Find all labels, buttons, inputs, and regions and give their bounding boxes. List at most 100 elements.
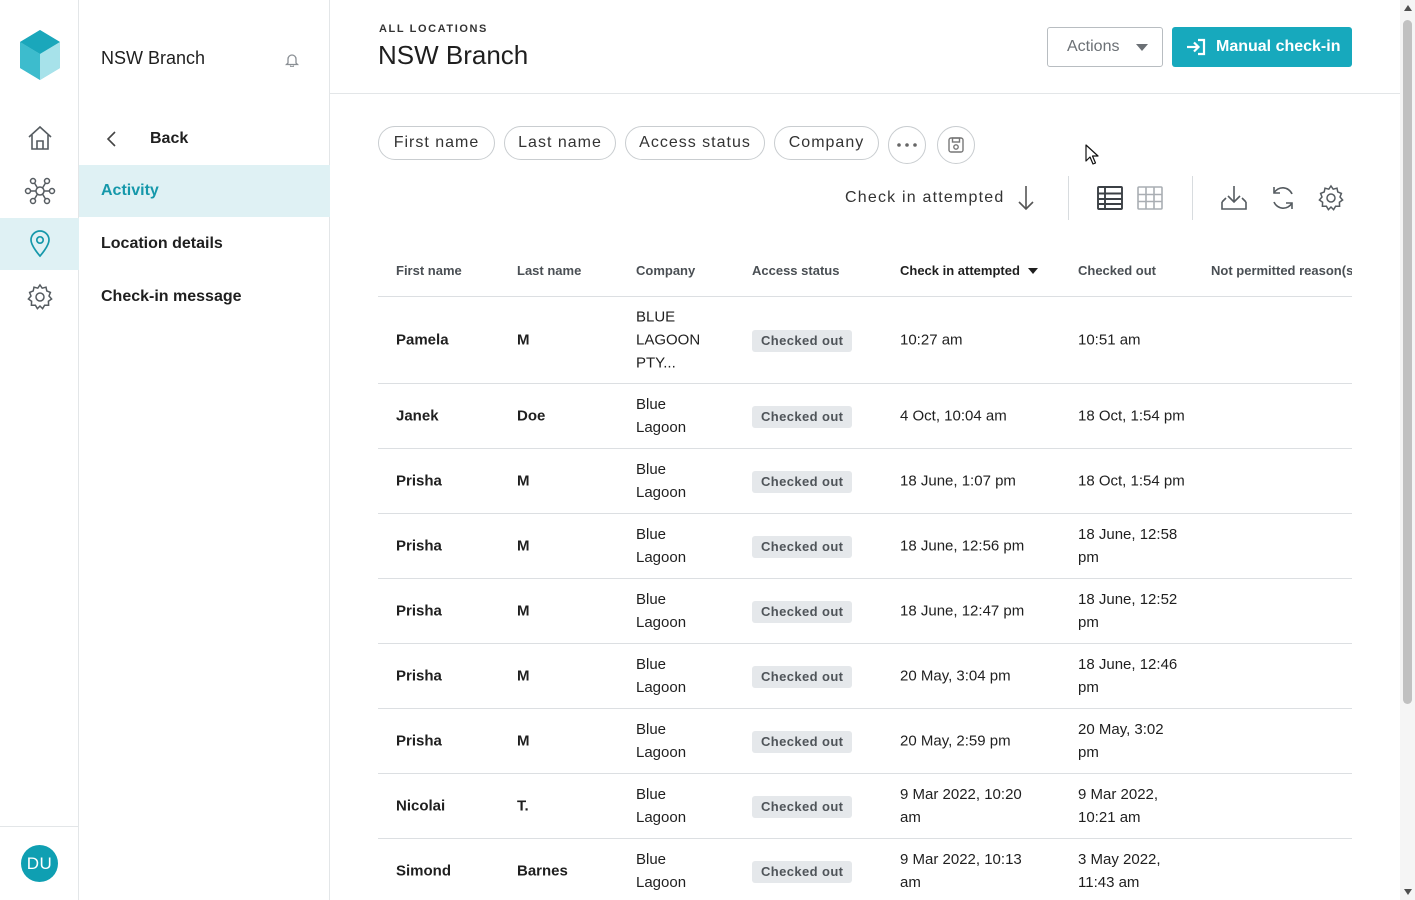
cell-last-name: M [517, 331, 530, 349]
cell-company: Blue Lagoon [636, 851, 687, 891]
table-row[interactable]: Pamela M BLUE LAGOON PTY... 10:27 am 10:51 a… [378, 297, 1352, 384]
refresh-icon [1273, 187, 1293, 209]
sort-desc-icon [1027, 268, 1038, 274]
mouse-cursor-icon [1085, 144, 1099, 165]
app-logo-icon[interactable] [20, 30, 60, 82]
cell-check-in-attempted: 9 Mar 2022, 10:20 am [900, 786, 1022, 826]
table-row[interactable]: Janek Doe Blue Lagoon 4 Oct, 10:04 am 18 Oct… [378, 384, 1352, 449]
cell-last-name: M [517, 537, 530, 555]
status-badge: Checked out [752, 470, 853, 493]
download-button[interactable] [1216, 180, 1252, 216]
list-view-button[interactable] [1092, 180, 1128, 216]
cell-checked-out: 20 May, 3:02 pm [1078, 721, 1164, 761]
table-row[interactable]: Prisha M Blue Lagoon 20 May, 3:04 pm 18 June… [378, 644, 1352, 709]
manual-checkin-button[interactable]: Manual check-in [1172, 27, 1352, 67]
network-icon [24, 177, 55, 205]
cell-first-name: Pamela [396, 331, 449, 349]
more-filters-button[interactable] [888, 126, 926, 164]
cell-first-name: Prisha [396, 472, 442, 490]
status-badge: Checked out [752, 860, 853, 883]
list-view-icon [1097, 186, 1123, 210]
cell-check-in-attempted: 18 June, 12:56 pm [900, 537, 1025, 555]
cell-first-name: Janek [396, 407, 439, 425]
filter-chip-access-status[interactable]: Access status [625, 126, 765, 160]
rail-network[interactable] [0, 165, 79, 217]
rail-locations[interactable] [0, 218, 79, 270]
refresh-button[interactable] [1265, 180, 1301, 216]
cell-last-name: M [517, 732, 530, 750]
cell-company: Blue Lagoon [636, 461, 687, 501]
status-badge: Checked out [752, 535, 853, 558]
table-row[interactable]: Prisha M Blue Lagoon 18 June, 12:56 pm 18 Ju… [378, 514, 1352, 579]
cell-first-name: Prisha [396, 602, 442, 620]
cell-check-in-attempted: 9 Mar 2022, 10:13 am [900, 851, 1022, 891]
table-row[interactable]: Nicolai T. Blue Lagoon 9 Mar 2022, 10:20 am… [378, 774, 1352, 839]
column-header-first-name[interactable]: First name [396, 263, 462, 278]
cell-first-name: Nicolai [396, 797, 446, 815]
cell-checked-out: 18 June, 12:46 pm [1078, 656, 1178, 696]
column-header-checked-out[interactable]: Checked out [1078, 263, 1156, 278]
cell-first-name: Prisha [396, 667, 442, 685]
table-row[interactable]: Prisha M Blue Lagoon 18 June, 1:07 pm 18 Oct… [378, 449, 1352, 514]
table-row[interactable]: Prisha M Blue Lagoon 18 June, 12:47 pm 18 Ju… [378, 579, 1352, 644]
cell-check-in-attempted: 18 June, 1:07 pm [900, 472, 1016, 490]
avatar[interactable]: DU [21, 845, 58, 882]
back-label: Back [150, 130, 189, 147]
sidebar-item-activity[interactable]: Activity [79, 165, 330, 217]
table-row[interactable]: Prisha M Blue Lagoon 20 May, 2:59 pm 20 May,… [378, 709, 1352, 774]
cell-company: Blue Lagoon [636, 396, 687, 436]
filter-chip-first-name[interactable]: First name [378, 126, 495, 160]
location-pin-icon [29, 230, 50, 258]
page-scrollbar[interactable] [1400, 0, 1415, 900]
grid-view-button[interactable] [1132, 180, 1168, 216]
table-settings-button[interactable] [1313, 180, 1349, 216]
cell-company: BLUE LAGOON PTY... [636, 308, 701, 372]
scroll-down-arrow[interactable] [1404, 889, 1412, 895]
scroll-up-arrow[interactable] [1404, 5, 1412, 11]
more-horizontal-icon [897, 143, 917, 147]
sidebar-item-location-details[interactable]: Location details [79, 218, 330, 270]
manual-checkin-label: Manual check-in [1216, 38, 1341, 55]
breadcrumb[interactable]: ALL LOCATIONS [379, 23, 488, 35]
cell-check-in-attempted: 20 May, 2:59 pm [900, 732, 1011, 750]
cell-company: Blue Lagoon [636, 591, 687, 631]
filter-chip-company[interactable]: Company [774, 126, 879, 160]
rail-settings[interactable] [0, 271, 79, 323]
cell-company: Blue Lagoon [636, 721, 687, 761]
location-sidebar: NSW Branch Back Activity Location detail… [79, 0, 330, 900]
filter-chip-last-name[interactable]: Last name [504, 126, 616, 160]
sidebar-item-checkin-message[interactable]: Check-in message [79, 271, 330, 323]
download-icon [1221, 186, 1247, 210]
column-header-check-in-attempted[interactable]: Check in attempted [900, 263, 1038, 278]
scroll-thumb[interactable] [1403, 20, 1412, 704]
caret-down-icon [1136, 44, 1148, 51]
actions-dropdown-button[interactable]: Actions [1047, 27, 1163, 67]
save-filters-button[interactable] [937, 126, 975, 164]
status-badge: Checked out [752, 329, 853, 352]
cell-first-name: Simond [396, 862, 451, 880]
arrow-down-icon[interactable] [1016, 184, 1036, 212]
grid-view-icon [1137, 186, 1163, 210]
status-badge: Checked out [752, 665, 853, 688]
rail-home[interactable] [0, 112, 79, 164]
cell-last-name: M [517, 472, 530, 490]
back-link[interactable]: Back [79, 117, 330, 161]
toolbar-divider [1068, 176, 1069, 220]
cell-last-name: Doe [517, 407, 546, 425]
column-header-last-name[interactable]: Last name [517, 263, 581, 278]
sort-label[interactable]: Check in attempted [845, 189, 1004, 207]
column-header-access-status[interactable]: Access status [752, 263, 839, 278]
actions-label: Actions [1067, 38, 1120, 55]
gear-icon [1318, 184, 1344, 211]
sidebar-branch-name: NSW Branch [101, 48, 206, 68]
column-header-not-permitted-reasons[interactable]: Not permitted reason(s [1211, 263, 1352, 278]
cell-last-name: T. [517, 797, 529, 815]
cell-checked-out: 18 Oct, 1:54 pm [1078, 407, 1185, 425]
table-row[interactable]: Simond Barnes Blue Lagoon 9 Mar 2022, 10:13… [378, 839, 1352, 900]
column-header-company[interactable]: Company [636, 263, 695, 278]
bell-icon[interactable] [285, 52, 299, 67]
chevron-left-icon [106, 131, 116, 147]
cell-checked-out: 18 June, 12:58 pm [1078, 526, 1178, 566]
home-icon [27, 125, 52, 150]
cell-last-name: M [517, 602, 530, 620]
